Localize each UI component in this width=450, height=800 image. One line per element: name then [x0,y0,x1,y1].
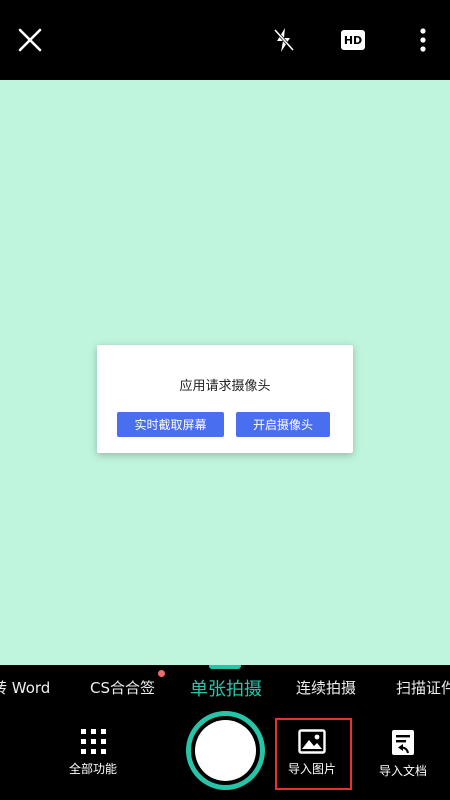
notification-dot [158,670,165,677]
flash-toggle-button[interactable] [268,24,300,56]
close-button[interactable] [14,24,46,56]
all-features-label: 全部功能 [68,762,117,776]
document-import-icon [392,730,414,755]
camera-top-bar: HD [0,0,450,80]
import-document-button[interactable]: 导入文档 [363,729,443,779]
grid-icon [80,729,106,754]
close-icon [18,28,42,52]
mode-cs-sign[interactable]: CS合合签 [90,677,155,698]
more-options-button[interactable] [408,24,438,56]
flash-off-icon [273,28,295,52]
more-vertical-icon [420,28,426,52]
shutter-inner [195,720,256,781]
mode-selector: 转 Word CS合合签 单张拍摄 连续拍摄 扫描证件 [0,665,450,711]
mode-scan-id[interactable]: 扫描证件 [396,677,450,698]
mode-to-word[interactable]: 转 Word [0,677,50,698]
hd-icon: HD [341,30,365,50]
capture-screen-button[interactable]: 实时截取屏幕 [117,412,224,437]
mode-continuous-shot[interactable]: 连续拍摄 [296,677,356,698]
hd-toggle-button[interactable]: HD [337,24,369,56]
import-document-label: 导入文档 [378,764,427,778]
active-mode-indicator [209,665,241,669]
shutter-button[interactable] [186,711,265,790]
open-camera-button[interactable]: 开启摄像头 [236,412,330,437]
mode-single-shot[interactable]: 单张拍摄 [190,675,262,701]
camera-bottom-bar: 全部功能 导入图片 导入文档 [0,711,450,800]
dialog-title: 应用请求摄像头 [179,379,271,394]
all-features-button[interactable]: 全部功能 [53,729,133,777]
highlight-annotation [275,718,352,790]
camera-permission-dialog: 应用请求摄像头 实时截取屏幕 开启摄像头 [97,345,353,453]
